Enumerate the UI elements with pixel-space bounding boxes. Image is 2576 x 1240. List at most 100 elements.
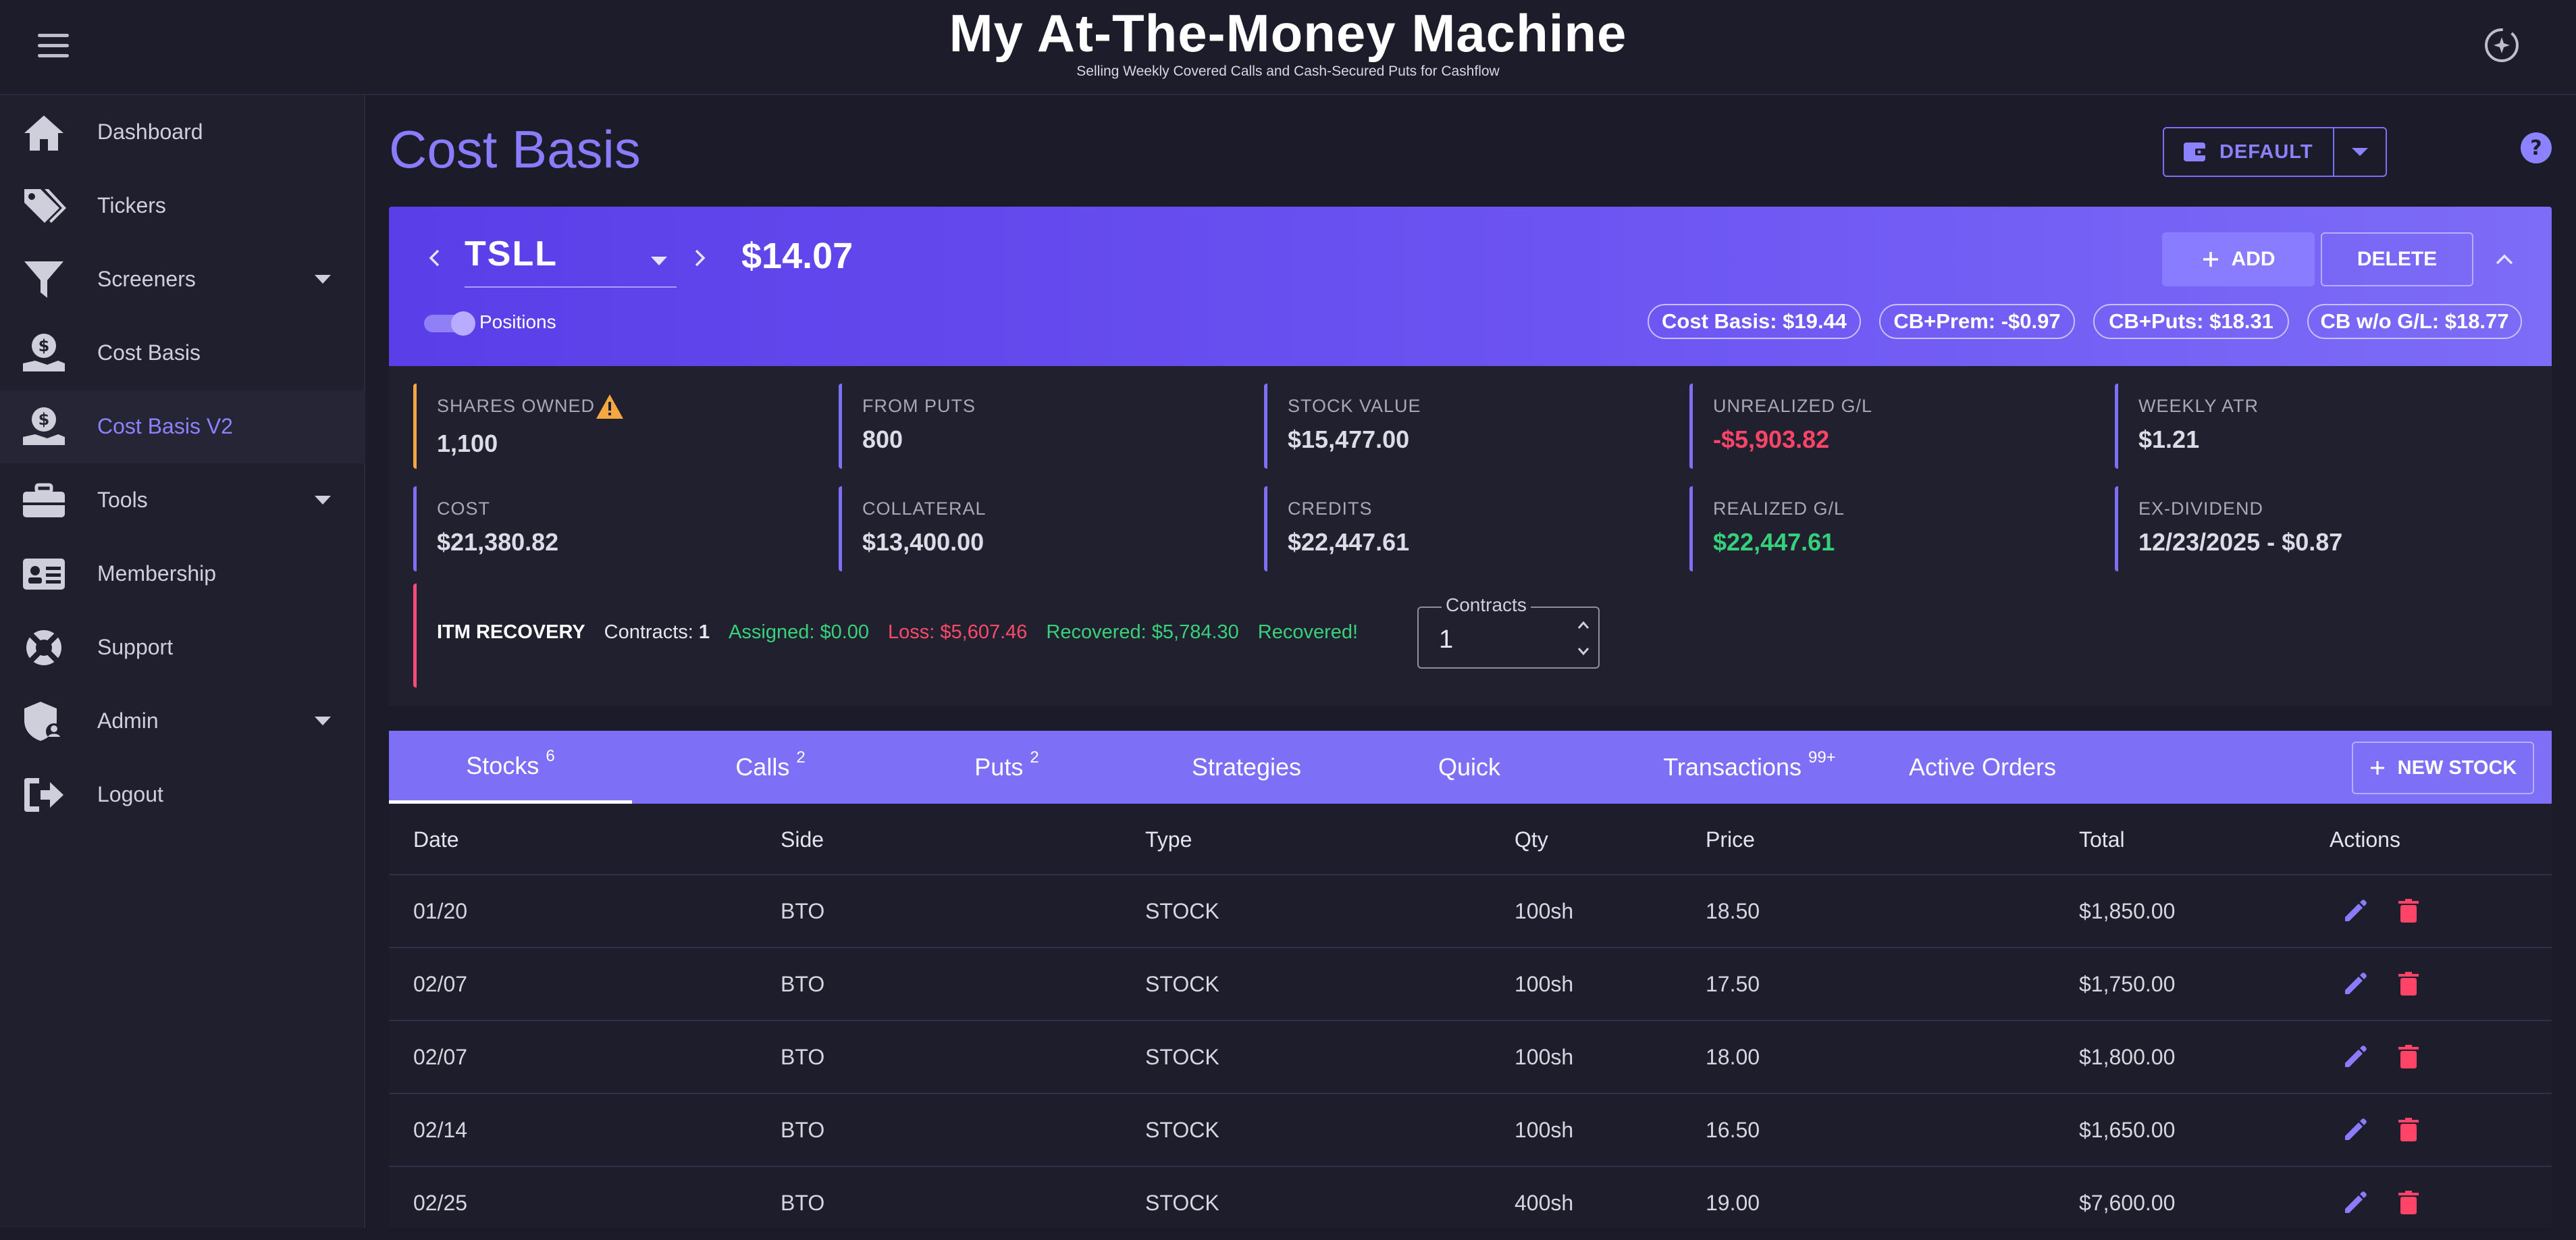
cell-qty: 400sh (1515, 1190, 1574, 1215)
sidebar-item-dashboard[interactable]: Dashboard (0, 95, 365, 169)
table-row: 01/20 BTO STOCK 100sh 18.50 $1,850.00 (389, 875, 2552, 948)
cell-price: 16.50 (1706, 1117, 1760, 1142)
tab-transactions[interactable]: Transactions 99+ (1625, 731, 1874, 804)
cell-side: BTO (781, 898, 825, 923)
new-stock-button[interactable]: NEW STOCK (2352, 742, 2534, 794)
cb-without-gl-chip: CB w/o G/L: $18.77 (2307, 304, 2522, 339)
money-hand-icon: $ (23, 333, 65, 371)
help-icon[interactable]: ? (2519, 131, 2553, 165)
sidebar-item-support[interactable]: Support (0, 611, 365, 684)
chevron-up-icon[interactable] (1575, 617, 1592, 634)
chevron-down-icon[interactable] (1575, 643, 1592, 659)
sidebar-item-tools[interactable]: Tools (0, 463, 365, 537)
itm-recovered-status: Recovered! (1257, 621, 1359, 643)
itm-recovery-row: ITM RECOVERY Contracts: 1 Assigned: $0.0… (437, 621, 1358, 644)
stat-ex-dividend: EX-DIVIDEND 12/23/2025 - $0.87 (2115, 486, 2493, 571)
tab-label: Calls (735, 753, 790, 781)
next-ticker-button[interactable] (690, 244, 710, 272)
contracts-input-value: 1 (1439, 625, 1454, 654)
stat-value: $21,380.82 (437, 528, 559, 556)
cell-qty: 100sh (1515, 1117, 1574, 1142)
edit-icon[interactable] (2341, 1043, 2369, 1071)
cell-type: STOCK (1145, 1190, 1219, 1215)
portfolio-select-button[interactable]: DEFAULT (2163, 127, 2387, 177)
warning-icon (596, 394, 623, 419)
contracts-input[interactable]: Contracts 1 (1417, 594, 1600, 669)
add-button-label: ADD (2231, 248, 2276, 270)
sidebar-item-logout[interactable]: Logout (0, 758, 365, 831)
stat-value: $22,447.61 (1288, 528, 1410, 556)
stat-label: COST (437, 498, 491, 519)
stocks-table: Date Side Type Qty Price Total Actions 0… (389, 804, 2552, 1228)
positions-toggle-label: Positions (479, 311, 556, 332)
stat-value: $15,477.00 (1288, 425, 1410, 453)
tab-label: Transactions (1663, 753, 1802, 781)
stat-value: $22,447.61 (1713, 528, 1835, 556)
edit-icon[interactable] (2341, 897, 2369, 925)
ticker-header: TSLL $14.07 Positions ADD DELETE Cost Ba… (389, 207, 2552, 366)
tags-icon (24, 188, 66, 223)
contracts-input-label: Contracts (1442, 594, 1531, 616)
column-header-qty: Qty (1515, 827, 1548, 852)
column-header-price: Price (1706, 827, 1755, 852)
tab-puts[interactable]: Puts 2 (922, 731, 1091, 804)
add-button[interactable]: ADD (2162, 232, 2315, 286)
stat-label: UNREALIZED G/L (1713, 396, 1873, 416)
tab-strategies[interactable]: Strategies (1145, 731, 1348, 804)
cell-side: BTO (781, 971, 825, 996)
delete-icon[interactable] (2394, 897, 2423, 925)
itm-contracts-count: 1 (698, 621, 710, 643)
tab-calls[interactable]: Calls 2 (686, 731, 855, 804)
delete-icon[interactable] (2394, 1043, 2423, 1071)
column-header-date: Date (413, 827, 459, 852)
sidebar-item-screeners[interactable]: Screeners (0, 242, 365, 316)
sidebar-item-cost-basis-v2[interactable]: $ Cost Basis V2 (0, 390, 365, 463)
delete-icon[interactable] (2394, 1116, 2423, 1144)
edit-icon[interactable] (2341, 970, 2369, 998)
edit-icon[interactable] (2341, 1189, 2369, 1217)
cell-date: 02/25 (413, 1190, 468, 1215)
ticker-select[interactable]: TSLL (465, 227, 677, 288)
stats-panel: SHARES OWNED 1,100 FROM PUTS 800 STOCK V… (389, 366, 2552, 706)
stat-shares-owned: SHARES OWNED 1,100 (413, 384, 791, 469)
sidebar-item-label: Support (97, 635, 174, 659)
tab-stocks[interactable]: Stocks 6 (389, 731, 632, 804)
cell-type: STOCK (1145, 971, 1219, 996)
cost-basis-chip: Cost Basis: $19.44 (1648, 304, 1861, 339)
tab-label: Active Orders (1908, 753, 2057, 781)
cell-side: BTO (781, 1190, 825, 1215)
stat-value: $13,400.00 (862, 528, 984, 556)
account-sparkle-icon[interactable] (2482, 26, 2521, 65)
chevron-down-icon (315, 275, 331, 284)
sidebar-item-membership[interactable]: Membership (0, 537, 365, 611)
toggle-knob (451, 311, 475, 336)
stat-label: CREDITS (1288, 498, 1373, 519)
sidebar-item-cost-basis[interactable]: $ Cost Basis (0, 316, 365, 390)
tab-active-orders[interactable]: Active Orders (1881, 731, 2084, 804)
delete-icon[interactable] (2394, 1189, 2423, 1217)
svg-text:$: $ (38, 410, 50, 429)
lifebuoy-icon (26, 629, 61, 665)
cell-date: 02/07 (413, 1044, 468, 1069)
positions-toggle[interactable] (424, 311, 475, 336)
sidebar: Dashboard Tickers Screeners $ Cost Basis… (0, 95, 365, 1228)
cb-puts-chip: CB+Puts: $18.31 (2093, 304, 2289, 339)
prev-ticker-button[interactable] (424, 244, 444, 272)
delete-button[interactable]: DELETE (2321, 232, 2473, 286)
tab-badge: 2 (796, 748, 806, 767)
stat-credits: CREDITS $22,447.61 (1264, 486, 1642, 571)
stat-from-puts: FROM PUTS 800 (839, 384, 1217, 469)
sidebar-item-admin[interactable]: Admin (0, 684, 365, 758)
ticker-price: $14.07 (741, 236, 853, 276)
portfolio-dropdown-toggle[interactable] (2334, 128, 2386, 176)
stat-value: $1.21 (2138, 425, 2200, 453)
portfolio-button-main[interactable]: DEFAULT (2164, 128, 2334, 176)
delete-icon[interactable] (2394, 970, 2423, 998)
sidebar-item-tickers[interactable]: Tickers (0, 169, 365, 242)
edit-icon[interactable] (2341, 1116, 2369, 1144)
cell-total: $7,600.00 (2079, 1190, 2176, 1215)
chevron-up-icon[interactable] (2491, 246, 2518, 273)
itm-assigned: Assigned: $0.00 (729, 621, 870, 643)
stat-unrealized-gl: UNREALIZED G/L -$5,903.82 (1689, 384, 2068, 469)
tab-quick[interactable]: Quick (1402, 731, 1537, 804)
